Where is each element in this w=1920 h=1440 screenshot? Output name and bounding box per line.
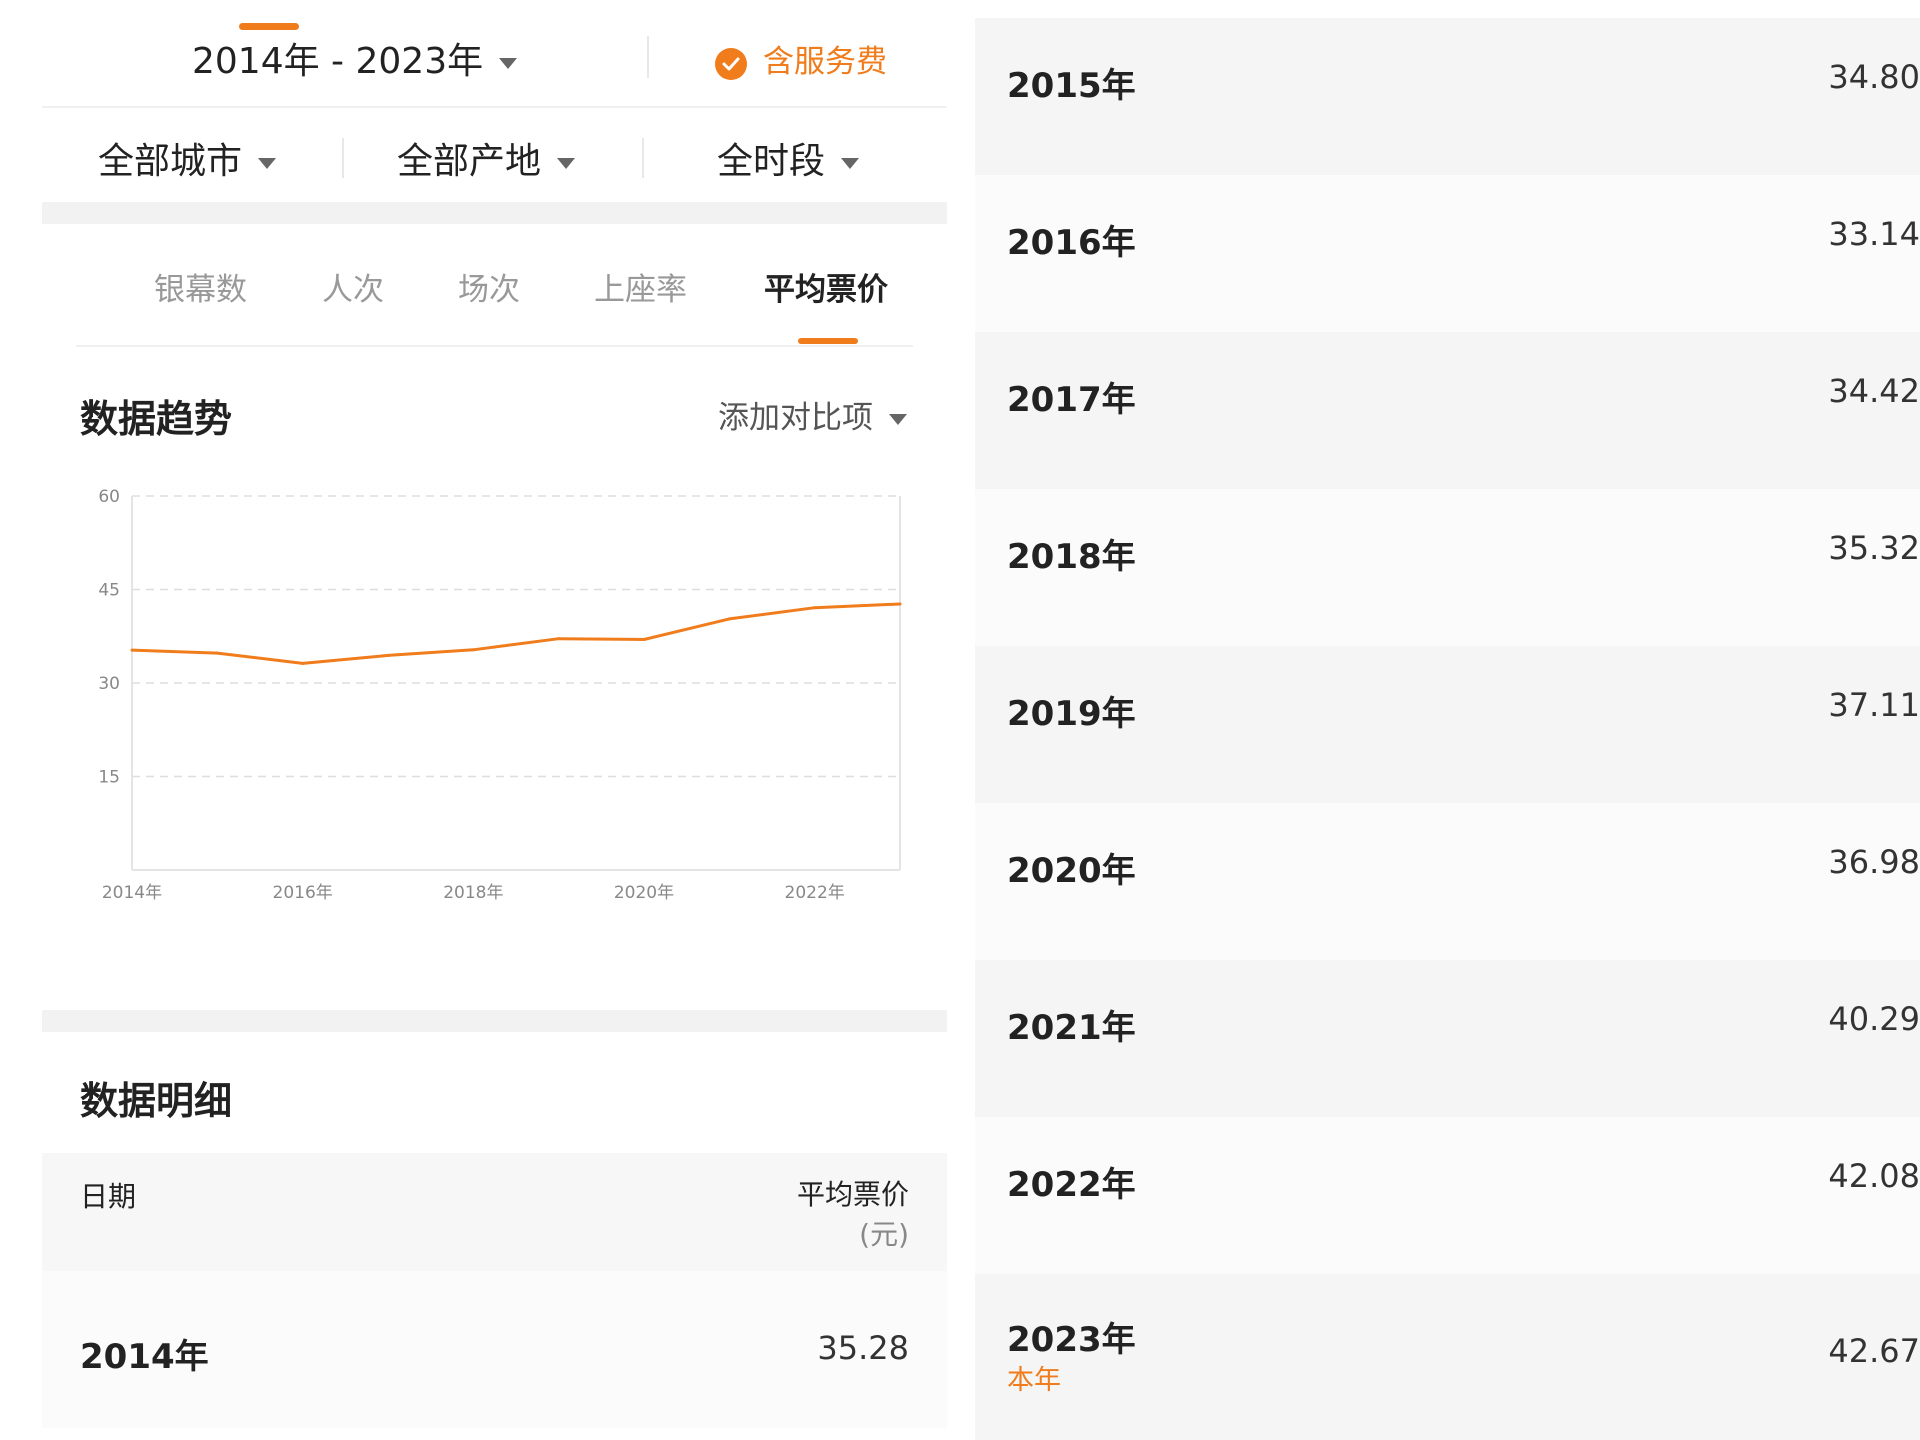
row-value: 34.42 xyxy=(1828,372,1920,410)
x-tick-label: 2020年 xyxy=(614,883,674,903)
tab-occupancy[interactable]: 上座率 xyxy=(594,264,687,309)
filter-time-label: 全时段 xyxy=(717,141,826,182)
col-value-label: 平均票价 xyxy=(796,1178,909,1211)
row-year: 2019年 xyxy=(1007,694,1136,734)
table-header: 日期 平均票价 (元) xyxy=(42,1153,947,1271)
x-tick-label: 2018年 xyxy=(443,883,503,903)
row-value: 42.67 xyxy=(1828,1332,1920,1370)
detail-title: 数据明细 xyxy=(80,1079,233,1123)
series-line xyxy=(131,602,901,665)
tab-screens[interactable]: 银幕数 xyxy=(154,264,247,309)
table-row: 2023年 本年 42.67 xyxy=(975,1274,1920,1440)
row-value: 34.80 xyxy=(1828,58,1920,96)
data-point xyxy=(557,637,561,641)
chevron-down-icon xyxy=(841,157,860,169)
section-separator xyxy=(42,1010,947,1032)
date-range-label: 2014年 - 2023年 xyxy=(192,41,484,82)
data-point xyxy=(727,617,731,621)
row-value: 40.29 xyxy=(1828,1000,1920,1038)
top-bar: 2014年 - 2023年 含服务费 xyxy=(42,0,947,104)
metric-tabs: 银幕数 人次 场次 上座率 平均票价 xyxy=(42,226,947,347)
table-row: 2019年 37.11 xyxy=(975,646,1920,803)
table-row: 2014年 35.28 xyxy=(42,1271,947,1428)
row-year: 2023年 xyxy=(1007,1320,1136,1360)
data-point xyxy=(642,637,646,641)
divider xyxy=(342,138,344,178)
row-value: 35.28 xyxy=(817,1329,909,1367)
x-tick-label: 2022年 xyxy=(785,883,845,903)
data-point xyxy=(813,606,817,610)
row-year: 2022年 xyxy=(1007,1165,1136,1205)
y-tick-label: 30 xyxy=(98,674,120,694)
row-value: 42.08 xyxy=(1828,1157,1920,1195)
trend-title: 数据趋势 xyxy=(80,397,233,441)
y-tick-label: 60 xyxy=(98,487,120,507)
data-point xyxy=(130,648,134,652)
data-point xyxy=(898,602,902,606)
row-value: 37.11 xyxy=(1828,686,1920,724)
chevron-down-icon xyxy=(499,57,518,69)
divider xyxy=(642,138,644,178)
y-tick-label: 15 xyxy=(98,768,120,788)
col-unit-label: (元) xyxy=(859,1218,909,1251)
add-compare-button[interactable]: 添加对比项 xyxy=(718,392,907,437)
x-tick-label: 2014年 xyxy=(102,883,162,903)
tab-active-indicator xyxy=(798,338,858,344)
add-compare-label: 添加对比项 xyxy=(718,400,873,436)
row-year: 2021年 xyxy=(1007,1008,1136,1048)
col-date-header: 日期 xyxy=(80,1180,137,1213)
left-panel: 2014年 - 2023年 含服务费 全部城市 全部产地 全时段 银幕数 人次 … xyxy=(42,0,947,1440)
tab-shows[interactable]: 场次 xyxy=(458,264,520,309)
data-point xyxy=(471,648,475,652)
row-value: 36.98 xyxy=(1828,843,1920,881)
row-year: 2020年 xyxy=(1007,851,1136,891)
row-year: 2017年 xyxy=(1007,380,1136,420)
divider xyxy=(647,36,649,78)
tab-avg-price[interactable]: 平均票价 xyxy=(764,264,888,309)
data-point xyxy=(386,653,390,657)
filter-bar: 全部城市 全部产地 全时段 xyxy=(42,106,947,204)
table-row: 2017年 34.42 xyxy=(975,332,1920,489)
data-point xyxy=(301,661,305,665)
chevron-down-icon xyxy=(889,414,907,425)
table-row: 2016年 33.14 xyxy=(975,175,1920,332)
filter-city-label: 全部城市 xyxy=(98,141,243,182)
table-row: 2018年 35.32 xyxy=(975,489,1920,646)
filter-city[interactable]: 全部城市 xyxy=(98,132,277,184)
x-tick-label: 2016年 xyxy=(273,883,333,903)
row-year: 2016年 xyxy=(1007,223,1136,263)
chevron-down-icon xyxy=(557,157,576,169)
table-row: 2022年 42.08 xyxy=(975,1117,1920,1274)
data-point xyxy=(215,651,219,655)
table-row: 2021年 40.29 xyxy=(975,960,1920,1117)
row-value: 33.14 xyxy=(1828,215,1920,253)
check-circle-icon xyxy=(715,47,747,80)
col-value-header: 平均票价 (元) xyxy=(797,1175,909,1255)
trend-chart: 15 30 45 60 2014年 2016年 2018年 2020年 2022年 xyxy=(98,487,902,903)
date-active-indicator xyxy=(239,23,299,30)
chevron-down-icon xyxy=(258,157,277,169)
filter-origin[interactable]: 全部产地 xyxy=(397,132,576,184)
y-tick-label: 45 xyxy=(98,581,120,601)
tab-divider xyxy=(76,345,913,347)
filter-time[interactable]: 全时段 xyxy=(717,132,860,184)
service-fee-label: 含服务费 xyxy=(763,44,887,80)
section-separator xyxy=(42,202,947,224)
row-year: 2015年 xyxy=(1007,66,1136,106)
row-year: 2014年 xyxy=(80,1337,209,1377)
tab-admissions[interactable]: 人次 xyxy=(322,264,384,309)
right-panel: 2015年 34.80 2016年 33.14 2017年 34.42 2018… xyxy=(975,18,1920,1440)
current-year-badge: 本年 xyxy=(1007,1365,1061,1396)
date-range-selector[interactable]: 2014年 - 2023年 xyxy=(192,32,518,84)
table-row: 2020年 36.98 xyxy=(975,803,1920,960)
row-value: 35.32 xyxy=(1828,529,1920,567)
filter-origin-label: 全部产地 xyxy=(397,141,542,182)
table-row: 2015年 34.80 xyxy=(975,18,1920,175)
row-year: 2018年 xyxy=(1007,537,1136,577)
service-fee-toggle[interactable]: 含服务费 xyxy=(715,36,887,81)
